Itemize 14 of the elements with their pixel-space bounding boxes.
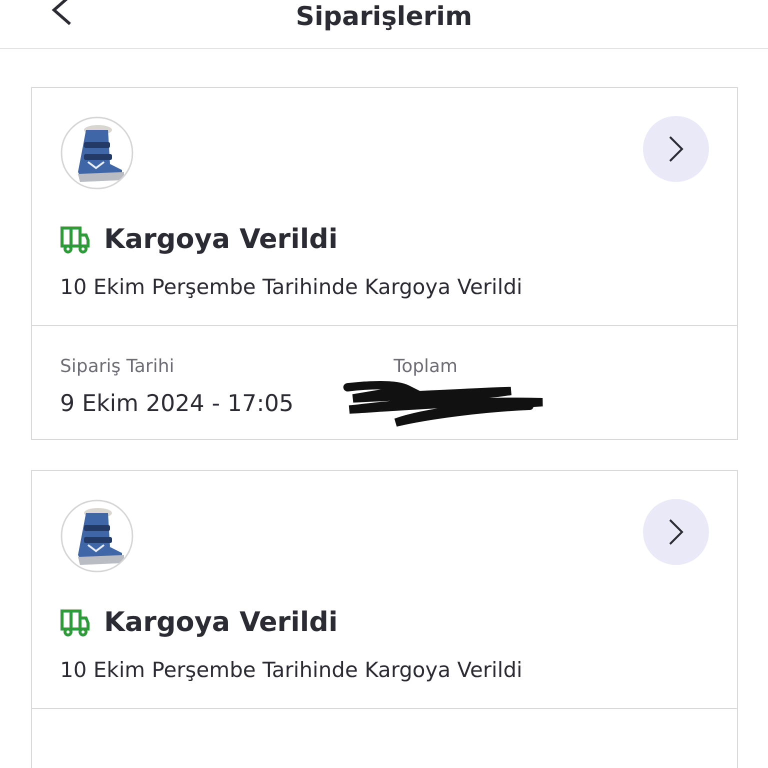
total-label: Toplam xyxy=(394,356,458,377)
chevron-right-icon xyxy=(668,518,684,546)
truck-icon xyxy=(60,608,90,636)
status-detail: 10 Ekim Perşembe Tarihinde Kargoya Verildi xyxy=(60,275,524,299)
truck-icon xyxy=(60,226,90,254)
order-date: 9 Ekim 2024 - 17:05 xyxy=(60,391,294,417)
order-status: Kargoya Verildi xyxy=(104,607,338,638)
order-card[interactable]: Kargoya Verildi 10 Ekim Perşembe Tarihinde Kargoya Verildi Sipariş Tarihi 9 Ekim 2024 - 17:05 Toplam xyxy=(31,87,738,440)
order-status: Kargoya Verildi xyxy=(104,224,338,255)
chevron-right-icon xyxy=(668,135,684,163)
status-detail: 10 Ekim Perşembe Tarihinde Kargoya Verildi xyxy=(60,658,524,682)
date-label: Sipariş Tarihi xyxy=(60,356,176,377)
order-card[interactable]: Kargoya Verildi 10 Ekim Perşembe Tarihinde Kargoya Verildi xyxy=(31,470,738,768)
page-title: Siparişlerim xyxy=(296,1,472,34)
